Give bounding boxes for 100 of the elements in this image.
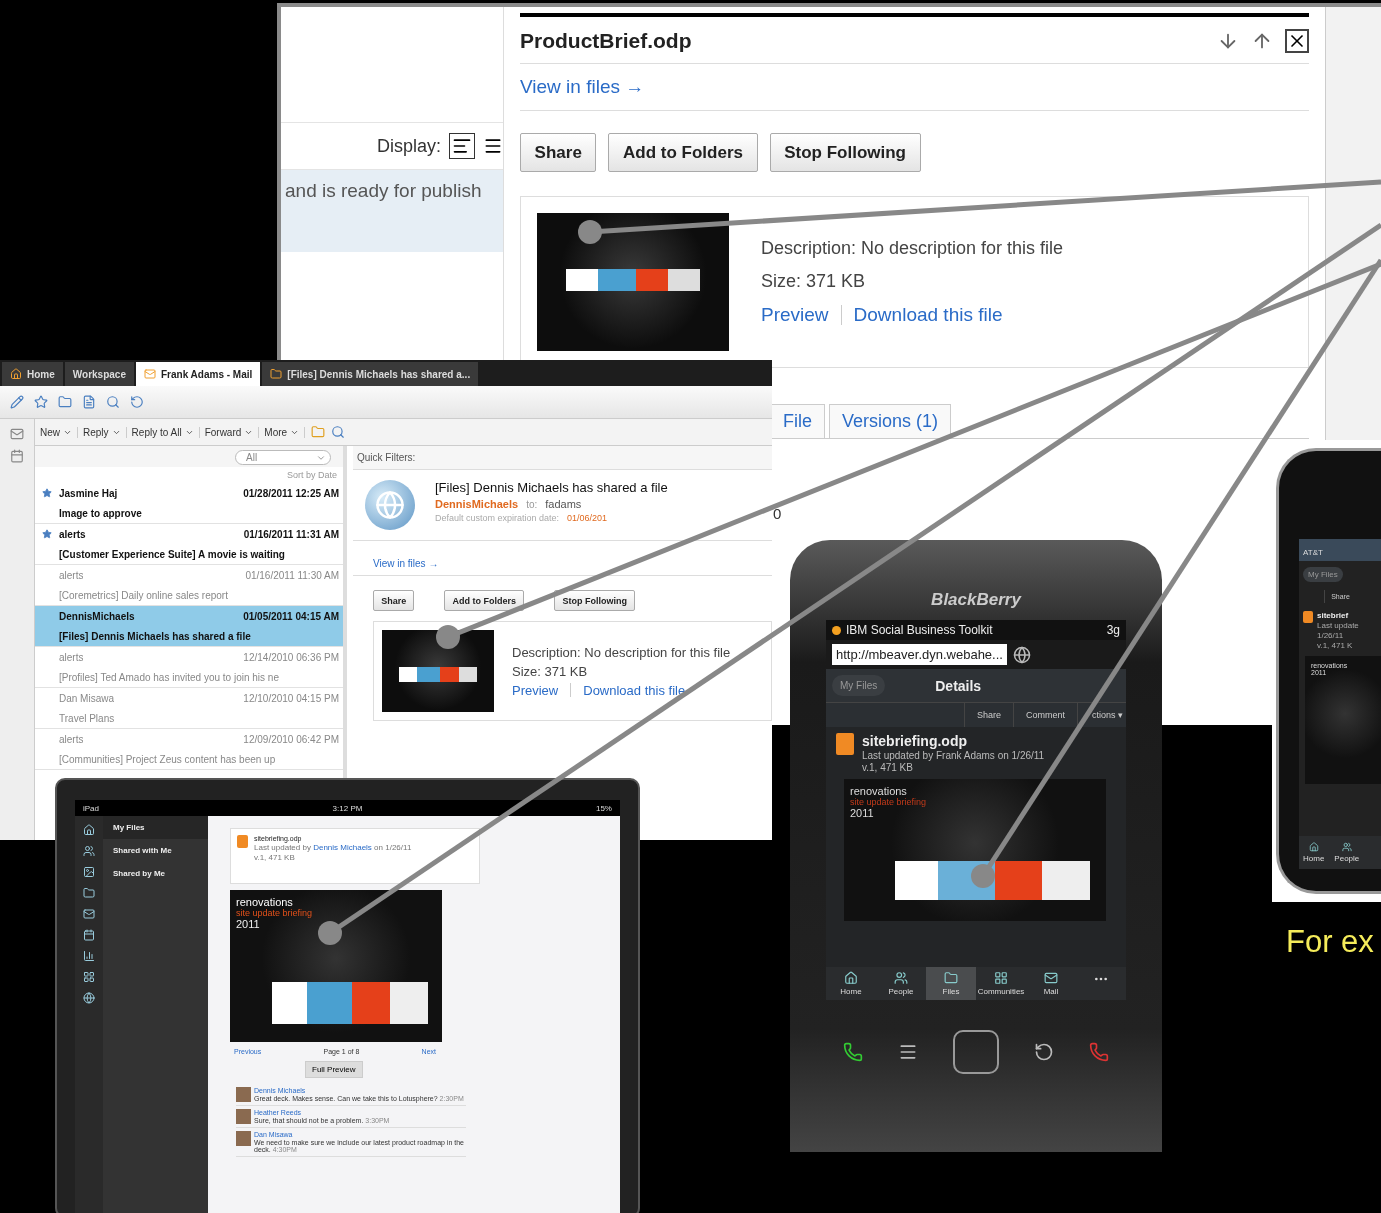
display-label: Display: [376, 135, 441, 157]
file-updated: Last update [1317, 621, 1359, 630]
window-tab[interactable]: Home [2, 362, 63, 386]
clock-text: 3:12 PM [332, 803, 363, 813]
nav-item[interactable]: Shared with Me [103, 839, 208, 862]
message-date: 01/05/2011 04:15 AM [243, 610, 339, 622]
sidebar-icon[interactable] [83, 929, 95, 941]
tab-icon [144, 368, 156, 380]
url-field[interactable]: http://mbeaver.dyn.webahe... [832, 644, 1007, 665]
nav-tab[interactable]: Files [926, 967, 976, 1000]
nav-icon [1308, 842, 1319, 852]
sidebar-icon[interactable] [83, 866, 95, 878]
filter-dropdown[interactable]: All [235, 450, 331, 465]
back-button[interactable]: My Files [832, 675, 886, 696]
nav-tab[interactable]: Communities [976, 967, 1026, 1000]
author-link[interactable]: Dennis Michaels [313, 843, 372, 852]
device-label: iPad [83, 803, 99, 813]
folder-icon[interactable] [58, 395, 72, 409]
recipient-name: fadams [545, 498, 582, 510]
window-tab[interactable]: [Files] Dennis Michaels has shared a... [262, 362, 479, 386]
nav-tab[interactable]: People [876, 967, 926, 1000]
nav-tab[interactable]: Home [826, 967, 876, 1000]
star-icon[interactable] [42, 488, 52, 498]
nav-icon [844, 971, 858, 985]
sidebar-icon[interactable] [83, 992, 95, 1004]
back-button[interactable]: My Files [1303, 567, 1343, 582]
action-button[interactable]: Share [963, 703, 1013, 727]
document-icon[interactable] [82, 395, 96, 409]
toolbar-action[interactable]: Reply to All [126, 426, 200, 438]
nav-item[interactable]: Shared by Me [103, 862, 208, 885]
sidebar-icon[interactable] [83, 971, 95, 983]
toolbar-action[interactable]: New [35, 426, 78, 438]
sidebar-icon[interactable] [83, 824, 95, 836]
sidebar-icon[interactable] [83, 887, 95, 899]
file-updated: Last updated by Dennis Michaels on 1/26/11 [254, 843, 412, 852]
file-summary-text: and is ready for publish [281, 170, 503, 252]
action-button[interactable]: Add to Folders [444, 590, 525, 611]
refresh-icon[interactable] [130, 395, 144, 409]
file-name: sitebrief [1317, 611, 1350, 620]
call-key-icon[interactable] [843, 1042, 864, 1062]
window-tab[interactable]: Frank Adams - Mail [136, 362, 261, 386]
action-button[interactable]: Stop Following [554, 590, 636, 611]
calendar-icon[interactable] [10, 449, 24, 463]
file-date: 1/26/11 [1317, 631, 1345, 640]
message-sender: Dan Misawa [59, 692, 115, 704]
action-button[interactable]: ctions ▾ [1077, 703, 1126, 727]
tab-icon [270, 368, 283, 380]
sidebar-icon[interactable] [83, 950, 95, 962]
end-call-key-icon[interactable] [1088, 1042, 1109, 1062]
message-row[interactable]: DennisMichaels 01/05/2011 04:15 AM [Files] Dennis Michaels has shared a file [35, 606, 343, 647]
nav-tab[interactable]: Mail [1026, 967, 1076, 1000]
file-size: Size: 371 KB [761, 271, 867, 292]
action-button[interactable]: Stop Following [769, 133, 921, 172]
star-icon[interactable] [42, 529, 52, 539]
action-button[interactable]: Share [520, 133, 597, 172]
trackpad[interactable] [953, 1030, 999, 1074]
globe-icon[interactable] [1012, 645, 1031, 664]
message-date: 01/16/2011 11:30 AM [245, 569, 339, 581]
view-in-files-link[interactable]: View in files → [520, 76, 645, 97]
tab[interactable]: Versions (1) [829, 404, 952, 438]
search-icon[interactable] [106, 395, 120, 409]
mail-icon[interactable] [10, 427, 24, 441]
list-view-icon[interactable] [449, 133, 475, 159]
action-button[interactable]: Add to Folders [608, 133, 758, 172]
nav-item[interactable]: My Files [103, 816, 208, 839]
search-icon[interactable] [331, 425, 346, 439]
file-icon [836, 733, 854, 755]
toolbar-action[interactable]: More [259, 426, 306, 438]
toolbar-action[interactable]: Forward [199, 426, 260, 438]
menu-icon[interactable] [483, 136, 503, 156]
pencil-icon[interactable] [10, 395, 24, 409]
download-link[interactable]: Download this file [853, 304, 1003, 326]
back-key-icon[interactable] [1033, 1042, 1054, 1062]
brand-logo: BlackBerry [931, 590, 1021, 610]
toolbar-action[interactable]: Reply [78, 426, 127, 438]
file-description: Description: No description for this file [512, 644, 731, 660]
full-preview-button[interactable]: Full Preview [305, 1061, 363, 1078]
action-button[interactable]: Share [373, 590, 415, 611]
nav-icon [894, 971, 908, 985]
file-icon [1303, 611, 1313, 623]
nav-tab[interactable]: People [1334, 838, 1360, 867]
sidebar-icon[interactable] [83, 845, 95, 857]
action-button[interactable]: Comment [1012, 703, 1077, 727]
window-tab[interactable]: Workspace [64, 362, 134, 386]
preview-link[interactable]: Preview [761, 304, 829, 326]
message-sender: DennisMichaels [59, 610, 135, 622]
star-icon[interactable] [34, 395, 48, 409]
nav-icon [1044, 971, 1058, 985]
battery-text: 15% [595, 803, 612, 813]
sidebar-icon[interactable] [83, 908, 95, 920]
message-title: [Files] Dennis Michaels has shared a file [435, 480, 668, 495]
message-subject: Travel Plans [59, 712, 115, 724]
preview-link[interactable]: Preview [512, 682, 559, 698]
avatar-placeholder [236, 1131, 251, 1146]
tab[interactable]: File [770, 404, 825, 438]
nav-tab[interactable]: Home [1303, 838, 1325, 867]
file-icon [237, 835, 248, 849]
view-in-files-link[interactable]: View in files → [373, 558, 439, 569]
message-sender: alerts [59, 528, 86, 540]
message-subject: [Communities] Project Zeus content has been up [59, 753, 276, 765]
